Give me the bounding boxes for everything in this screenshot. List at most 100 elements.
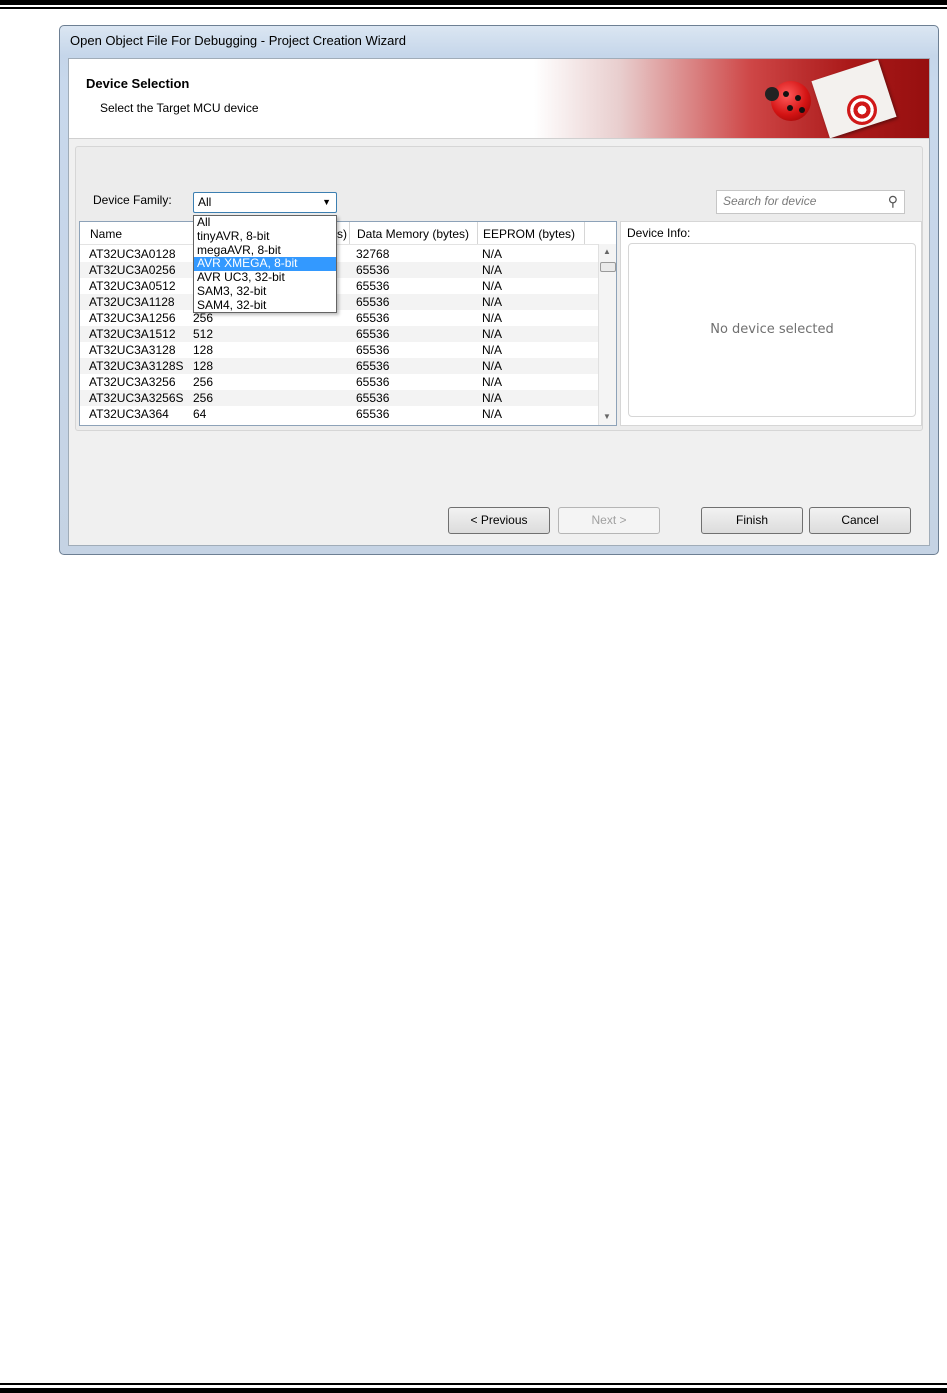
cell-name: AT32UC3A0512 [89,279,176,293]
cell-eeprom: N/A [482,327,503,341]
ladybug-icon [765,81,811,121]
cell-name: AT32UC3A1128 [89,295,175,309]
cell-flash: 256 [193,375,214,389]
banner-subtitle: Select the Target MCU device [100,101,259,115]
window-title: Open Object File For Debugging - Project… [70,33,406,48]
cell-eeprom: N/A [482,407,503,421]
next-button[interactable]: Next > [558,507,660,534]
column-separator [349,222,350,244]
cell-data-memory: 65536 [356,311,390,325]
cell-eeprom: N/A [482,311,503,325]
device-info-box: No device selected [628,243,916,417]
scroll-down-arrow-icon[interactable]: ▼ [603,412,611,421]
cell-data-memory: 65536 [356,343,390,357]
cell-eeprom: N/A [482,263,503,277]
column-separator [477,222,478,244]
device-family-select[interactable]: All ▼ [193,192,337,213]
page-rule-top-thin [0,7,947,9]
cell-flash: 256 [193,311,214,325]
column-header-name[interactable]: Name [90,227,122,241]
cell-name: AT32UC3A1256 [89,311,176,325]
search-icon[interactable]: ⚲ [888,193,898,210]
device-family-selected: All [198,195,212,209]
cell-eeprom: N/A [482,359,503,373]
cell-data-memory: 65536 [356,359,390,373]
cell-name: AT32UC3A3256S [89,391,184,405]
scroll-thumb[interactable] [600,262,616,272]
scroll-up-arrow-icon[interactable]: ▲ [603,247,611,256]
device-info-panel: Device Info: No device selected [620,221,922,426]
table-row[interactable]: AT32UC3A0128 32768 N/A [80,246,600,262]
dropdown-option-sam3[interactable]: SAM3, 32-bit [194,285,336,299]
cell-name: AT32UC3A3256 [89,375,176,389]
cell-data-memory: 65536 [356,327,390,341]
wizard-window: Open Object File For Debugging - Project… [59,25,939,555]
table-row[interactable]: AT32UC3A0256 65536 N/A [80,262,600,278]
cell-data-memory: 65536 [356,375,390,389]
cell-name: AT32UC3A3128 [89,343,176,357]
table-row[interactable]: AT32UC3A1128 65536 N/A [80,294,600,310]
table-row[interactable]: AT32UC3A1256 256 65536 N/A [80,310,600,326]
finish-button[interactable]: Finish [701,507,803,534]
column-header-eeprom[interactable]: EEPROM (bytes) [483,227,575,241]
dropdown-option-megaavr[interactable]: megaAVR, 8-bit [194,243,336,258]
cell-flash: 256 [193,391,214,405]
device-search-input[interactable]: Search for device ⚲ [716,190,905,214]
cell-name: AT32UC3A3128S [89,359,184,373]
column-separator [584,222,585,244]
device-family-dropdown-list[interactable]: All tinyAVR, 8-bit megaAVR, 8-bit AVR XM… [193,215,337,313]
dropdown-option-all[interactable]: All [194,216,336,230]
cell-eeprom: N/A [482,375,503,389]
column-header-flash[interactable]: s) [337,227,347,241]
table-header: Name s) Data Memory (bytes) EEPROM (byte… [80,222,600,245]
cell-data-memory: 65536 [356,407,390,421]
dropdown-option-tinyavr[interactable]: tinyAVR, 8-bit [194,229,336,244]
cell-name: AT32UC3A0128 [89,247,176,261]
cell-eeprom: N/A [482,247,503,261]
table-row[interactable]: AT32UC3A3256 256 65536 N/A [80,374,600,390]
cell-data-memory: 65536 [356,279,390,293]
dropdown-option-sam4[interactable]: SAM4, 32-bit [194,298,336,313]
dropdown-option-avr-xmega[interactable]: AVR XMEGA, 8-bit [194,257,336,272]
cell-eeprom: N/A [482,279,503,293]
cell-data-memory: 65536 [356,391,390,405]
search-placeholder: Search for device [723,194,817,208]
banner-title: Device Selection [86,76,190,91]
cell-eeprom: N/A [482,295,503,309]
cell-eeprom: N/A [482,343,503,357]
cell-flash: 64 [193,407,207,421]
cell-eeprom: N/A [482,391,503,405]
device-family-label: Device Family: [93,193,172,207]
column-header-data-memory[interactable]: Data Memory (bytes) [357,227,469,241]
device-table[interactable]: Name s) Data Memory (bytes) EEPROM (byte… [79,221,617,426]
cell-flash: 512 [193,327,214,341]
cell-data-memory: 65536 [356,263,390,277]
cancel-button[interactable]: Cancel [809,507,911,534]
no-device-text: No device selected [710,322,834,337]
cell-name: AT32UC3A364 [89,407,169,421]
cell-data-memory: 65536 [356,295,390,309]
banner-artwork [534,59,929,138]
dropdown-option-avr-uc3[interactable]: AVR UC3, 32-bit [194,271,336,285]
cell-data-memory: 32768 [356,247,390,261]
table-row[interactable]: AT32UC3A1512 512 65536 N/A [80,326,600,342]
table-row[interactable]: AT32UC3A3128 128 65536 N/A [80,342,600,358]
wizard-banner: Device Selection Select the Target MCU d… [69,59,929,139]
table-row[interactable]: AT32UC3A3128S 128 65536 N/A [80,358,600,374]
target-icon [847,95,877,125]
device-info-label: Device Info: [627,226,691,240]
dropdown-arrow-icon[interactable]: ▼ [322,197,331,207]
page-rule-bottom-thin [0,1383,947,1385]
cell-flash: 128 [193,359,214,373]
cell-name: AT32UC3A1512 [89,327,176,341]
page-rule-bottom-thick [0,1388,947,1393]
wizard-client-area: Device Selection Select the Target MCU d… [68,58,930,546]
previous-button[interactable]: < Previous [448,507,550,534]
page-rule-top-thick [0,0,947,5]
cell-flash: 128 [193,343,214,357]
table-scrollbar[interactable]: ▲ ▼ [598,244,616,425]
table-row[interactable]: AT32UC3A364 64 65536 N/A [80,406,600,422]
table-row[interactable]: AT32UC3A3256S 256 65536 N/A [80,390,600,406]
cell-name: AT32UC3A0256 [89,263,176,277]
table-row[interactable]: AT32UC3A0512 65536 N/A [80,278,600,294]
